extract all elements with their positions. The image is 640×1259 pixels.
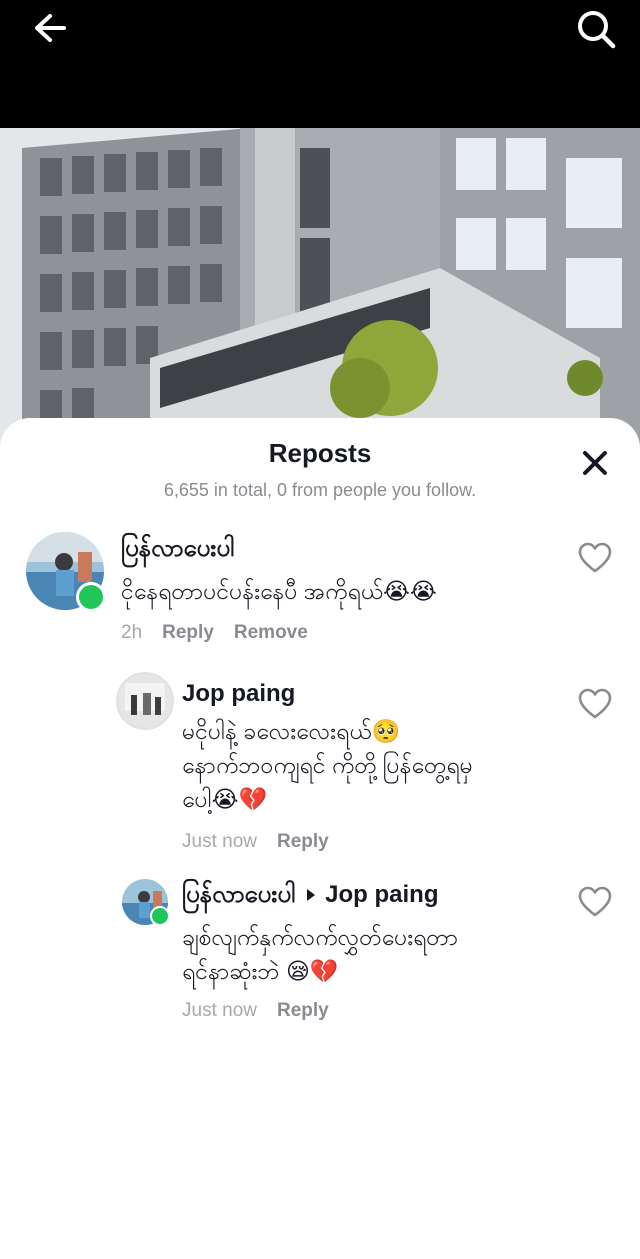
reply-button[interactable]: Reply <box>277 831 329 852</box>
comment-meta: 2h Reply Remove <box>121 622 308 644</box>
avatar[interactable] <box>116 672 174 730</box>
top-bar <box>0 0 640 128</box>
heart-icon[interactable] <box>578 886 612 918</box>
comment-author[interactable]: ပြန်လာပေးပါ <box>182 881 295 908</box>
reply-button[interactable]: Reply <box>277 1000 329 1021</box>
comment-meta: Just now Reply <box>182 831 329 853</box>
comment-username: ပြန်လာပေးပါ Jop paing <box>182 878 439 914</box>
comment-text: ချစ်လျက်နှက်လက်လွှတ်ပေးရတာ ရင်နာဆုံးဘဲ 😪… <box>182 920 562 988</box>
online-status-dot <box>76 582 106 612</box>
search-icon[interactable] <box>570 4 622 52</box>
comment-text: ငိုနေရတာပင်ပန်းနေပီ အကိုရယ်😭😭 <box>121 578 437 604</box>
comment-meta: Just now Reply <box>182 1000 329 1022</box>
remove-button[interactable]: Remove <box>234 622 308 643</box>
heart-icon[interactable] <box>578 542 612 574</box>
video-background-image <box>0 128 640 448</box>
comment-username[interactable]: Jop paing <box>182 680 295 708</box>
sheet-subtitle: 6,655 in total, 0 from people you follow… <box>163 480 477 500</box>
close-icon[interactable] <box>576 444 614 482</box>
reply-button[interactable]: Reply <box>162 622 214 643</box>
comment-username[interactable]: ပြန်လာပေးပါ <box>121 532 234 568</box>
reply-arrow-icon <box>307 888 316 901</box>
heart-icon[interactable] <box>578 688 612 720</box>
arrow-left-icon[interactable] <box>26 6 74 50</box>
comment-text-line: မငိုပါနဲ့ ခလေးလေးရယ်🥺 <box>182 718 401 744</box>
comment-text: မငိုပါနဲ့ ခလေးလေးရယ်🥺 နောက်ဘဝကျရင် ကိုတိ… <box>182 714 562 816</box>
comment-time: Just now <box>182 1000 257 1021</box>
online-status-dot <box>150 906 170 926</box>
comment-text-line: ရင်နာဆုံးဘဲ 😪💔 <box>182 958 339 984</box>
comment-time: 2h <box>121 622 143 643</box>
comment-time: Just now <box>182 831 257 852</box>
sheet-title: Reposts <box>268 438 372 468</box>
comment-text-line: နောက်ဘဝကျရင် ကိုတို့ပြန်တွေ့ရမှ <box>182 752 473 778</box>
comment-text-line: ချစ်လျက်နှက်လက်လွှတ်ပေးရတာ <box>182 924 459 950</box>
comment-text-line: ပေါ့😭💔 <box>182 786 268 812</box>
reply-to-username[interactable]: Jop paing <box>325 881 438 908</box>
